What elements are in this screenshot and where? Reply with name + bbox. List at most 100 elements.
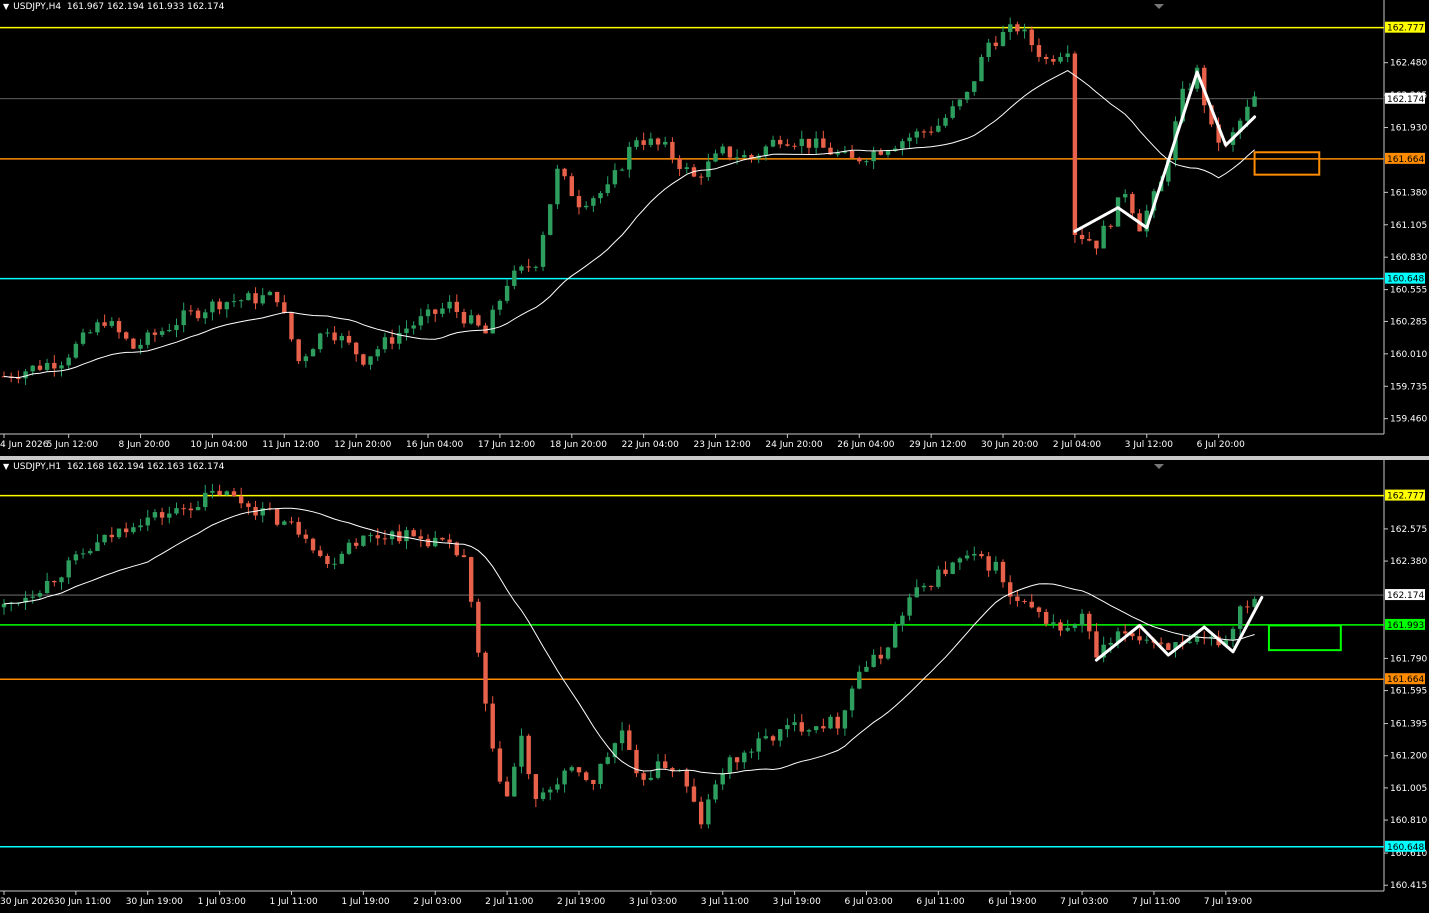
candle-body — [713, 784, 718, 800]
candle-body — [260, 295, 265, 304]
moving-average-line — [3, 70, 1255, 379]
time-tick-label: 30 Jun 11:00 — [54, 897, 111, 907]
candle-body — [246, 503, 251, 507]
candle-body — [303, 356, 309, 362]
candle-body — [109, 321, 115, 326]
candle-body — [670, 141, 675, 159]
candle-body — [224, 491, 230, 496]
candle-body — [433, 309, 438, 314]
candle-body — [59, 365, 64, 369]
candle-body — [152, 332, 158, 335]
candle-body — [612, 170, 618, 185]
time-tick-label: 12 Jun 20:00 — [334, 440, 391, 450]
candle-body — [80, 332, 86, 344]
candle-body — [490, 309, 495, 334]
candle-body — [274, 291, 280, 303]
candle-body — [1015, 24, 1020, 32]
candle-body — [785, 144, 790, 146]
candle-body — [440, 537, 445, 540]
candle-body — [497, 300, 503, 310]
candle-body — [785, 725, 790, 730]
candle-body — [598, 193, 603, 199]
candle-body — [138, 525, 143, 528]
candle-body — [583, 772, 589, 780]
time-tick-label: 6 Jul 20:00 — [1197, 440, 1246, 450]
candle-body — [914, 131, 919, 138]
time-tick-label: 26 Jun 04:00 — [837, 440, 894, 450]
candle-body — [734, 757, 740, 763]
candle-body — [440, 308, 445, 314]
candle-body — [663, 761, 668, 769]
candle-body — [1187, 641, 1193, 643]
price-tick-label: 159.735 — [1390, 382, 1427, 392]
time-tick-label: 30 Jun 2026 — [0, 897, 54, 907]
chart-pane-h1[interactable]: 162.575 162.380 161.790 161.595 161.395 161.2… — [0, 460, 1429, 913]
candle-body — [763, 736, 769, 739]
candle-body — [210, 301, 215, 313]
candle-body — [318, 333, 323, 350]
candle-body — [325, 332, 330, 334]
candle-body — [792, 145, 797, 147]
price-tick-label: 160.285 — [1390, 317, 1427, 327]
candle-body — [1237, 606, 1243, 629]
candle-body — [1158, 642, 1164, 644]
candle-body — [411, 325, 416, 329]
candle-body — [231, 301, 237, 303]
candle-body — [188, 508, 194, 511]
candle-body — [447, 301, 452, 309]
candle-body — [368, 535, 373, 537]
candle-body — [368, 356, 373, 365]
candle-body — [66, 560, 71, 578]
h1-chart-svg[interactable]: 162.575 162.380 161.790 161.595 161.395 161.2… — [0, 460, 1429, 913]
candle-body — [993, 42, 999, 46]
candle-body — [972, 81, 977, 92]
candle-body — [296, 339, 301, 362]
candle-body — [1051, 622, 1056, 624]
candle-body — [634, 140, 639, 147]
h4-symbol: USDJPY,H4 — [13, 2, 62, 12]
time-tick-label: 23 Jun 12:00 — [694, 440, 751, 450]
level-price-label: 161.993 — [1387, 621, 1424, 631]
h4-ohlc: 161.967 162.194 161.933 162.174 — [66, 2, 225, 12]
candle-body — [813, 138, 819, 148]
candle-body — [857, 157, 862, 162]
collapse-triangle-icon[interactable]: ▼ — [3, 462, 9, 471]
h4-chart-svg[interactable]: 162.480162.205161.930161.380161.105160.8… — [0, 0, 1429, 456]
collapse-triangle-icon[interactable]: ▼ — [3, 2, 9, 11]
candle-body — [885, 151, 891, 155]
candle-body — [770, 139, 776, 147]
candle-body — [806, 730, 812, 732]
time-tick-label: 2 Jul 03:00 — [413, 897, 462, 907]
candle-body — [1072, 625, 1078, 628]
price-tick-label: 162.480 — [1390, 59, 1427, 69]
candle-body — [1079, 613, 1085, 626]
candle-body — [52, 362, 57, 369]
candle-body — [274, 508, 280, 525]
candle-body — [641, 773, 646, 780]
candle-body — [238, 300, 244, 302]
candle-body — [224, 302, 230, 310]
candle-body — [145, 517, 150, 526]
candle-body — [461, 555, 467, 558]
time-tick-label: 24 Jun 20:00 — [765, 440, 822, 450]
chart-pane-h4[interactable]: 162.480162.205161.930161.380161.105160.8… — [0, 0, 1429, 456]
candle-body — [382, 337, 388, 350]
price-tick-label: 161.595 — [1390, 687, 1427, 697]
candle-body — [174, 508, 179, 514]
candle-body — [1029, 29, 1034, 46]
price-tick-label: 161.395 — [1390, 720, 1427, 730]
candle-body — [907, 137, 912, 142]
candle-body — [1122, 631, 1128, 634]
candle-body — [80, 553, 86, 555]
candle-body — [174, 325, 179, 330]
candle-body — [152, 512, 158, 518]
candle-body — [957, 558, 963, 563]
candle-body — [540, 234, 546, 267]
candle-body — [698, 801, 704, 825]
candle-body — [749, 751, 754, 753]
candle-body — [318, 550, 323, 556]
time-tick-label: 16 Jun 04:00 — [406, 440, 463, 450]
candle-body — [943, 117, 948, 126]
candle-body — [519, 266, 524, 271]
candle-body — [857, 671, 862, 689]
